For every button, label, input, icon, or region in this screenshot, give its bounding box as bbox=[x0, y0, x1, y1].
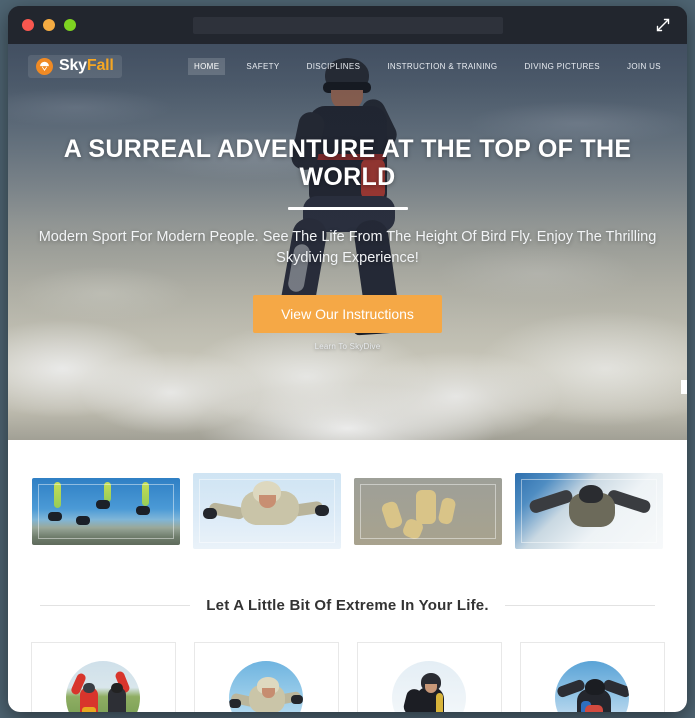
close-window-button[interactable] bbox=[22, 19, 34, 31]
feature-card[interactable] bbox=[193, 642, 339, 712]
logo-text-primary: Sky bbox=[59, 57, 87, 74]
scroll-edge-marker bbox=[681, 380, 687, 394]
hero-title: A SURREAL ADVENTURE AT THE TOP OF THE WO… bbox=[63, 135, 632, 191]
hero-note: Learn To SkyDive bbox=[314, 342, 381, 352]
feature-card[interactable] bbox=[356, 642, 502, 712]
hero-section: SkyFall HOME SAFETY DISCIPLINES INSTRUCT… bbox=[8, 44, 687, 440]
feature-card[interactable] bbox=[30, 642, 176, 712]
card-photo bbox=[66, 661, 140, 712]
nav-item-instruction-training[interactable]: INSTRUCTION & TRAINING bbox=[381, 58, 503, 75]
card-photo bbox=[229, 661, 303, 712]
site-header: SkyFall HOME SAFETY DISCIPLINES INSTRUCT… bbox=[8, 44, 687, 88]
browser-window: SkyFall HOME SAFETY DISCIPLINES INSTRUCT… bbox=[8, 6, 687, 712]
divider-right bbox=[504, 605, 655, 606]
section-title: Let A Little Bit Of Extreme In Your Life… bbox=[206, 597, 489, 614]
page-viewport: SkyFall HOME SAFETY DISCIPLINES INSTRUCT… bbox=[8, 44, 687, 712]
card-photo bbox=[555, 661, 629, 712]
parachute-circle-icon bbox=[36, 57, 53, 75]
gallery-thumbnail[interactable] bbox=[193, 473, 341, 549]
nav-item-home[interactable]: HOME bbox=[187, 57, 226, 75]
divider-left bbox=[40, 605, 191, 606]
gallery-thumbnail[interactable] bbox=[32, 478, 180, 545]
minimize-window-button[interactable] bbox=[43, 19, 55, 31]
nav-item-join-us[interactable]: JOIN US bbox=[621, 58, 667, 75]
nav-item-disciplines[interactable]: DISCIPLINES bbox=[301, 58, 367, 75]
hero-divider bbox=[287, 207, 408, 210]
site-logo[interactable]: SkyFall bbox=[28, 54, 122, 78]
nav-item-safety[interactable]: SAFETY bbox=[240, 58, 285, 75]
nav-item-diving-pictures[interactable]: DIVING PICTURES bbox=[519, 58, 606, 75]
hero-content: A SURREAL ADVENTURE AT THE TOP OF THE WO… bbox=[8, 88, 687, 351]
feature-cards bbox=[8, 614, 687, 712]
view-instructions-button[interactable]: View Our Instructions bbox=[253, 295, 442, 334]
card-photo bbox=[392, 661, 466, 712]
maximize-window-button[interactable] bbox=[64, 19, 76, 31]
feature-card[interactable] bbox=[519, 642, 665, 712]
photo-gallery bbox=[8, 440, 687, 549]
main-navigation: HOME SAFETY DISCIPLINES INSTRUCTION & TR… bbox=[187, 57, 667, 75]
hero-subtitle: Modern Sport For Modern People. See The … bbox=[38, 229, 657, 267]
expand-icon[interactable] bbox=[653, 15, 673, 35]
gallery-thumbnail[interactable] bbox=[354, 478, 502, 545]
window-controls bbox=[22, 19, 76, 31]
logo-text-accent: Fall bbox=[86, 57, 114, 74]
browser-titlebar bbox=[8, 6, 687, 44]
section-heading: Let A Little Bit Of Extreme In Your Life… bbox=[8, 597, 687, 614]
address-bar-input[interactable] bbox=[192, 16, 503, 34]
gallery-thumbnail[interactable] bbox=[515, 473, 663, 549]
